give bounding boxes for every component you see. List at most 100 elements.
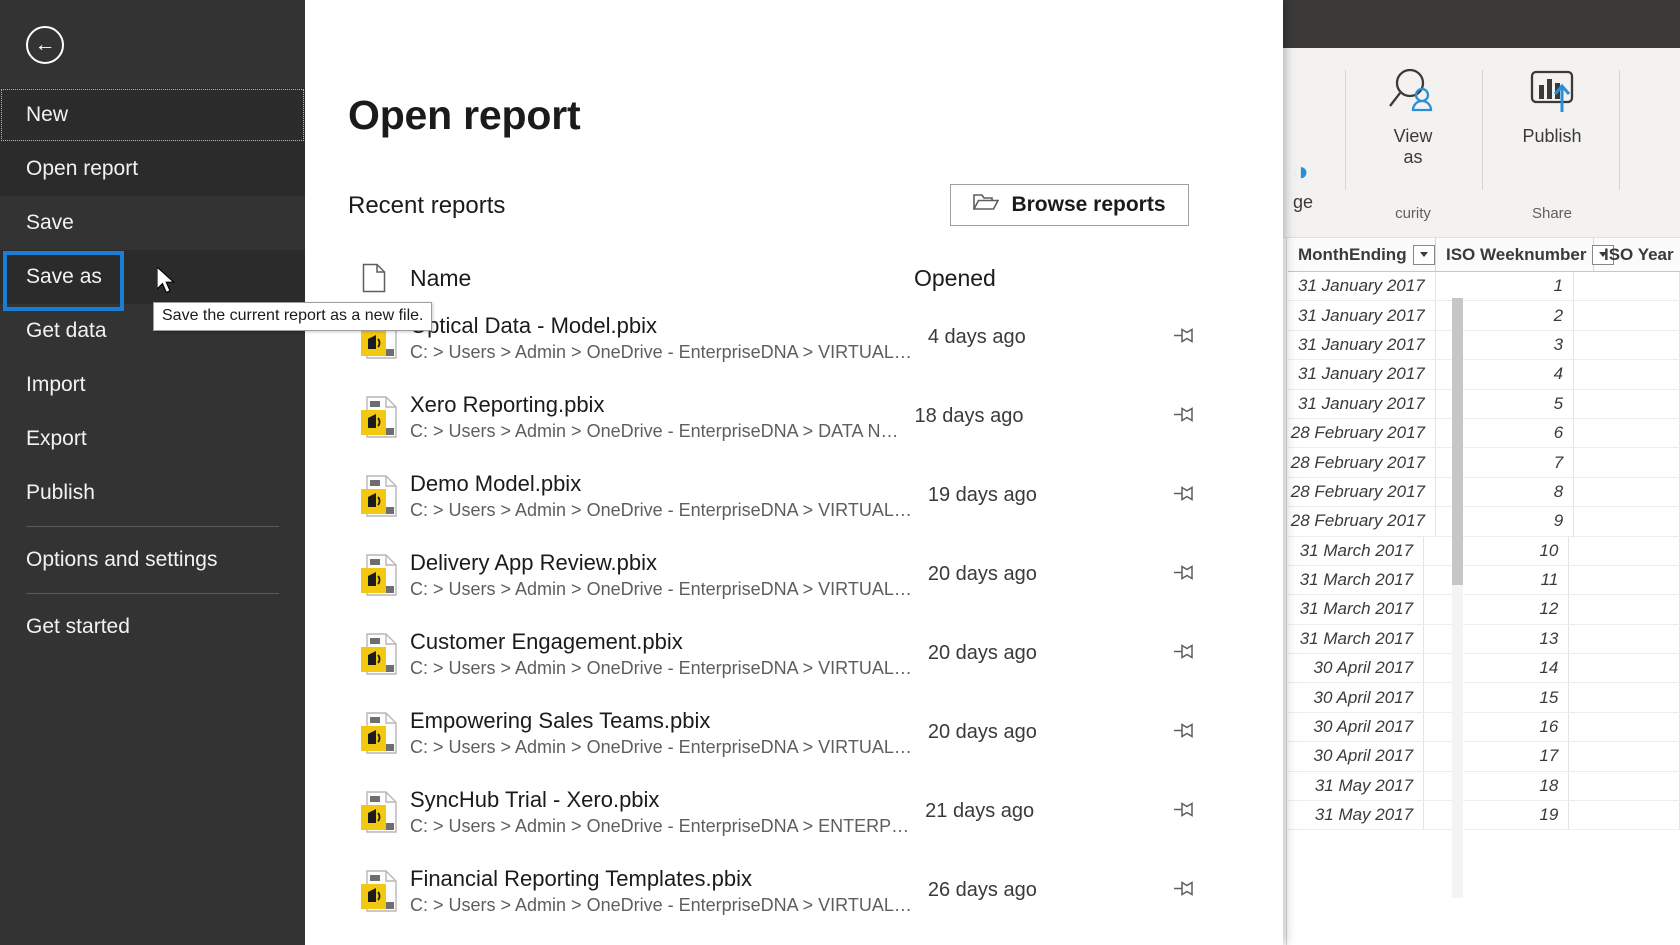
ribbon-partial-label: ge: [1293, 192, 1314, 212]
recent-report-row[interactable]: Xero Reporting.pbix C: > Users > Admin > …: [348, 377, 1228, 456]
grid-cell-isoyear: [1574, 301, 1680, 330]
grid-row[interactable]: 31 May 2017 18: [1288, 771, 1680, 802]
ribbon-button-view-as[interactable]: View as curity: [1361, 58, 1465, 228]
grid-row[interactable]: 31 January 2017 3: [1288, 330, 1680, 361]
grid-cell-isoweeknumber: 10: [1424, 536, 1570, 565]
grid-row[interactable]: 31 March 2017 13: [1288, 624, 1680, 655]
filter-dropdown-icon[interactable]: [1412, 244, 1435, 265]
nav-item-save-as[interactable]: Save as: [0, 250, 305, 311]
recent-report-opened: 20 days ago: [927, 642, 1037, 664]
grid-row[interactable]: 31 January 2017 4: [1288, 360, 1680, 390]
back-button[interactable]: ←: [26, 26, 64, 64]
grid-cell-monthending: 31 March 2017: [1288, 595, 1425, 624]
recent-report-opened: 26 days ago: [927, 879, 1037, 901]
grid-row[interactable]: 30 April 2017 14: [1288, 654, 1680, 684]
recent-reports-list[interactable]: Optical Data - Model.pbix C: > Users > Ad…: [348, 298, 1228, 945]
grid-cell-monthending: 31 March 2017: [1288, 565, 1425, 595]
pbix-file-icon: [348, 552, 410, 598]
recent-report-name: SyncHub Trial - Xero.pbix: [410, 786, 660, 812]
grid-column-header-isoweeknumber[interactable]: ISO Weeknumber: [1436, 238, 1615, 271]
recent-report-row[interactable]: Optical Data - Model.pbix C: > Users > Ad…: [348, 298, 1228, 377]
nav-item-publish[interactable]: Publish: [0, 466, 305, 520]
nav-item-import[interactable]: Import: [0, 358, 305, 412]
grid-cell-isoyear: [1569, 654, 1680, 683]
pin-icon[interactable]: [1174, 404, 1200, 429]
grid-row[interactable]: 28 February 2017 7: [1288, 448, 1680, 478]
recent-reports-label: Recent reports: [348, 192, 506, 219]
browse-reports-label: Browse reports: [1011, 193, 1166, 216]
grid-cell-monthending: 31 March 2017: [1288, 624, 1425, 654]
recent-report-path: C: > Users > Admin > OneDrive - Enterpri…: [410, 737, 912, 758]
recent-report-row[interactable]: Demo Model.pbix C: > Users > Admin > OneD…: [348, 456, 1228, 535]
recent-report-row[interactable]: Customer Engagement.pbix C: > Users > Adm…: [348, 614, 1228, 693]
grid-cell-monthending: 31 May 2017: [1288, 801, 1425, 830]
nav-item-label: Options and settings: [26, 548, 218, 571]
nav-item-get-started[interactable]: Get started: [0, 600, 305, 654]
grid-cell-isoyear: [1569, 683, 1680, 712]
grid-cell-isoweeknumber: 15: [1424, 683, 1570, 712]
grid-cell-isoyear: [1569, 742, 1680, 771]
recent-report-row[interactable]: SyncHub Trial - Xero.pbix C: > Users > Ad…: [348, 772, 1228, 851]
recent-report-texts: Optical Data - Model.pbix C: > Users > Ad…: [410, 311, 912, 365]
grid-cell-monthending: 30 April 2017: [1288, 654, 1425, 683]
grid-cell-isoyear: [1574, 360, 1680, 389]
nav-divider: [26, 593, 279, 594]
scrollbar-thumb[interactable]: [1452, 298, 1463, 585]
recent-report-texts: Delivery App Review.pbix C: > Users > Adm…: [410, 548, 912, 602]
browse-reports-button[interactable]: Browse reports: [950, 184, 1189, 226]
page-title: Open report: [348, 92, 581, 138]
grid-row[interactable]: 28 February 2017 8: [1288, 477, 1680, 508]
nav-item-save[interactable]: Save: [0, 196, 305, 250]
grid-row[interactable]: 31 May 2017 19: [1288, 801, 1680, 831]
ribbon-partial-manage-button[interactable]: ◑ ge: [1293, 158, 1313, 213]
recent-report-row[interactable]: Delivery App Review.pbix C: > Users > Adm…: [348, 535, 1228, 614]
recent-list-scrollbar[interactable]: [1452, 298, 1463, 898]
pin-icon[interactable]: [1174, 720, 1200, 745]
grid-col-label-1: ISO Weeknumber: [1446, 244, 1587, 264]
ribbon-button-publish[interactable]: Publish Share: [1497, 58, 1607, 228]
grid-row[interactable]: 31 March 2017 12: [1288, 595, 1680, 625]
pin-icon[interactable]: [1174, 641, 1200, 666]
grid-row[interactable]: 31 January 2017 1: [1288, 272, 1680, 302]
grid-row[interactable]: 28 February 2017 9: [1288, 507, 1680, 537]
grid-cell-monthending: 31 January 2017: [1288, 389, 1436, 418]
pin-icon[interactable]: [1174, 878, 1200, 903]
pin-icon[interactable]: [1174, 483, 1200, 508]
grid-cell-isoweeknumber: 13: [1424, 624, 1570, 654]
recent-report-row[interactable]: Financial Reporting Templates.pbix C: > U…: [348, 851, 1228, 930]
nav-item-label: Get started: [26, 615, 130, 638]
backstage-nav-list: New Open report Save Save as Get data Import E…: [0, 88, 305, 654]
grid-row[interactable]: 30 April 2017 16: [1288, 712, 1680, 743]
recent-report-texts: Demo Model.pbix C: > Users > Admin > OneD…: [410, 469, 912, 523]
grid-row[interactable]: 30 April 2017 15: [1288, 683, 1680, 713]
grid-cell-monthending: 31 March 2017: [1288, 536, 1425, 565]
grid-row[interactable]: 30 April 2017 17: [1288, 742, 1680, 772]
pin-icon[interactable]: [1174, 799, 1200, 824]
grid-row[interactable]: 31 January 2017 2: [1288, 301, 1680, 331]
grid-column-header-monthending[interactable]: MonthEnding: [1288, 238, 1436, 271]
pin-icon[interactable]: [1174, 562, 1200, 587]
nav-item-options-and-settings[interactable]: Options and settings: [0, 533, 305, 587]
nav-item-export[interactable]: Export: [0, 412, 305, 466]
backstage-view: ← New Open report Save Save as Get data Impor…: [0, 0, 1463, 945]
grid-cell-isoyear: [1569, 565, 1680, 595]
pbix-file-icon: [348, 473, 410, 519]
window-titlebar: [1283, 0, 1680, 48]
nav-item-new[interactable]: New: [0, 88, 305, 142]
data-grid[interactable]: MonthEnding ISO Weeknumber ISO Year 31 J…: [1283, 238, 1680, 945]
pin-icon[interactable]: [1174, 325, 1200, 350]
nav-item-label: Save as: [26, 265, 102, 288]
recent-report-texts: Xero Reporting.pbix C: > Users > Admin > …: [410, 390, 899, 444]
nav-item-label: Get data: [26, 319, 107, 342]
grid-row[interactable]: 31 January 2017 5: [1288, 389, 1680, 419]
grid-cell-isoyear: [1569, 801, 1680, 830]
grid-row[interactable]: 28 February 2017 6: [1288, 418, 1680, 449]
grid-row[interactable]: 31 March 2017 10: [1288, 536, 1680, 566]
grid-cell-isoyear: [1574, 477, 1680, 507]
grid-row[interactable]: 31 March 2017 11: [1288, 565, 1680, 596]
grid-cell-isoyear: [1569, 712, 1680, 742]
nav-item-open-report[interactable]: Open report: [0, 142, 305, 196]
ribbon-separator: [1482, 70, 1483, 190]
grid-column-header-isoyear[interactable]: ISO Year: [1594, 238, 1680, 271]
recent-report-row[interactable]: Empowering Sales Teams.pbix C: > Users > …: [348, 693, 1228, 772]
